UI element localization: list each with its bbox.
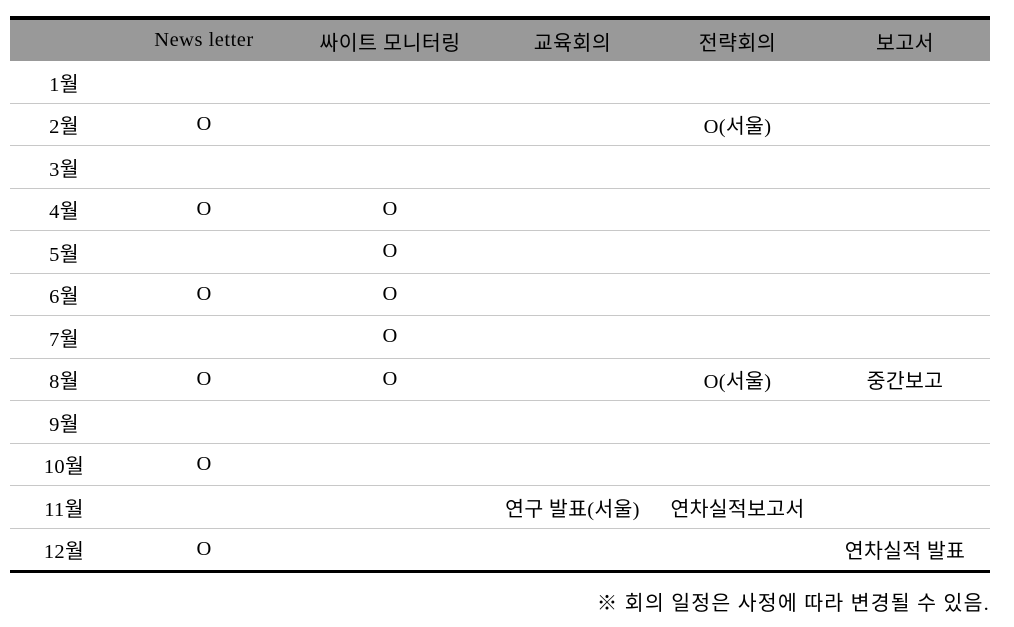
cell-news xyxy=(118,485,290,529)
column-header-news: News letter xyxy=(118,18,290,61)
cell-strat: 연차실적보고서 xyxy=(655,485,820,529)
cell-report xyxy=(820,230,990,274)
cell-report xyxy=(820,103,990,146)
cell-site xyxy=(290,443,490,486)
cell-news xyxy=(118,145,290,189)
cell-site xyxy=(290,400,490,444)
cell-news: O xyxy=(118,103,290,146)
cell-news xyxy=(118,230,290,274)
cell-site: O xyxy=(290,358,490,401)
cell-month: 2월 xyxy=(10,103,118,146)
cell-month: 12월 xyxy=(10,528,118,573)
cell-month: 6월 xyxy=(10,273,118,316)
table-row: 3월 xyxy=(10,145,990,189)
cell-site xyxy=(290,145,490,189)
column-header-edu: 교육회의 xyxy=(490,18,655,61)
cell-edu xyxy=(490,315,655,359)
column-header-strat: 전략회의 xyxy=(655,18,820,61)
table-row: 6월 O O xyxy=(10,273,990,316)
cell-strat xyxy=(655,230,820,274)
table-row: 2월 O O(서울) xyxy=(10,103,990,146)
cell-month: 4월 xyxy=(10,188,118,231)
cell-report xyxy=(820,61,990,104)
cell-news: O xyxy=(118,273,290,316)
cell-report xyxy=(820,443,990,486)
cell-report: 중간보고 xyxy=(820,358,990,401)
footnote-text: ※ 회의 일정은 사정에 따라 변경될 수 있음. xyxy=(596,593,990,615)
cell-news: O xyxy=(118,358,290,401)
cell-strat xyxy=(655,315,820,359)
cell-site: O xyxy=(290,188,490,231)
cell-report xyxy=(820,145,990,189)
schedule-table-container: News letter 싸이트 모니터링 교육회의 전략회의 보고서 1월 2월… xyxy=(10,16,990,573)
table-row: 12월 O 연차실적 발표 xyxy=(10,528,990,573)
cell-site xyxy=(290,61,490,104)
column-header-report: 보고서 xyxy=(820,18,990,61)
cell-edu xyxy=(490,273,655,316)
cell-strat xyxy=(655,528,820,573)
table-row: 9월 xyxy=(10,400,990,444)
table-row: 5월 O xyxy=(10,230,990,274)
cell-strat xyxy=(655,188,820,231)
cell-report xyxy=(820,485,990,529)
cell-month: 3월 xyxy=(10,145,118,189)
cell-report xyxy=(820,315,990,359)
cell-strat: O(서울) xyxy=(655,103,820,146)
cell-edu xyxy=(490,145,655,189)
cell-edu xyxy=(490,358,655,401)
table-row: 7월 O xyxy=(10,315,990,359)
cell-strat xyxy=(655,61,820,104)
cell-report: 연차실적 발표 xyxy=(820,528,990,573)
cell-strat xyxy=(655,273,820,316)
column-header-site: 싸이트 모니터링 xyxy=(290,18,490,61)
cell-month: 1월 xyxy=(10,61,118,104)
cell-site xyxy=(290,528,490,573)
cell-edu xyxy=(490,230,655,274)
cell-month: 7월 xyxy=(10,315,118,359)
cell-strat xyxy=(655,145,820,189)
cell-site xyxy=(290,103,490,146)
cell-edu xyxy=(490,103,655,146)
cell-site: O xyxy=(290,230,490,274)
cell-edu xyxy=(490,188,655,231)
cell-edu xyxy=(490,443,655,486)
cell-strat xyxy=(655,400,820,444)
column-header-month xyxy=(10,18,118,61)
schedule-page: News letter 싸이트 모니터링 교육회의 전략회의 보고서 1월 2월… xyxy=(0,0,1014,627)
cell-report xyxy=(820,400,990,444)
cell-month: 5월 xyxy=(10,230,118,274)
table-body: 1월 2월 O O(서울) 3월 4월 O O 5월 O 6월 O O 7월 O… xyxy=(10,61,990,573)
cell-site: O xyxy=(290,273,490,316)
cell-month: 8월 xyxy=(10,358,118,401)
table-row: 8월 O O O(서울) 중간보고 xyxy=(10,358,990,401)
table-row: 10월 O xyxy=(10,443,990,486)
cell-news xyxy=(118,61,290,104)
cell-report xyxy=(820,188,990,231)
cell-edu xyxy=(490,400,655,444)
table-row: 4월 O O xyxy=(10,188,990,231)
cell-strat xyxy=(655,443,820,486)
cell-month: 11월 xyxy=(10,485,118,529)
table-row: 1월 xyxy=(10,61,990,104)
cell-edu xyxy=(490,528,655,573)
cell-news xyxy=(118,400,290,444)
cell-site: O xyxy=(290,315,490,359)
cell-edu: 연구 발표(서울) xyxy=(490,485,655,529)
cell-month: 10월 xyxy=(10,443,118,486)
cell-news xyxy=(118,315,290,359)
table-row: 11월 연구 발표(서울) 연차실적보고서 xyxy=(10,485,990,529)
cell-site xyxy=(290,485,490,529)
cell-month: 9월 xyxy=(10,400,118,444)
annual-schedule-table: News letter 싸이트 모니터링 교육회의 전략회의 보고서 1월 2월… xyxy=(10,16,990,573)
cell-news: O xyxy=(118,528,290,573)
cell-news: O xyxy=(118,443,290,486)
table-header: News letter 싸이트 모니터링 교육회의 전략회의 보고서 xyxy=(10,18,990,61)
cell-strat: O(서울) xyxy=(655,358,820,401)
cell-edu xyxy=(490,61,655,104)
cell-report xyxy=(820,273,990,316)
cell-news: O xyxy=(118,188,290,231)
header-row: News letter 싸이트 모니터링 교육회의 전략회의 보고서 xyxy=(10,18,990,61)
